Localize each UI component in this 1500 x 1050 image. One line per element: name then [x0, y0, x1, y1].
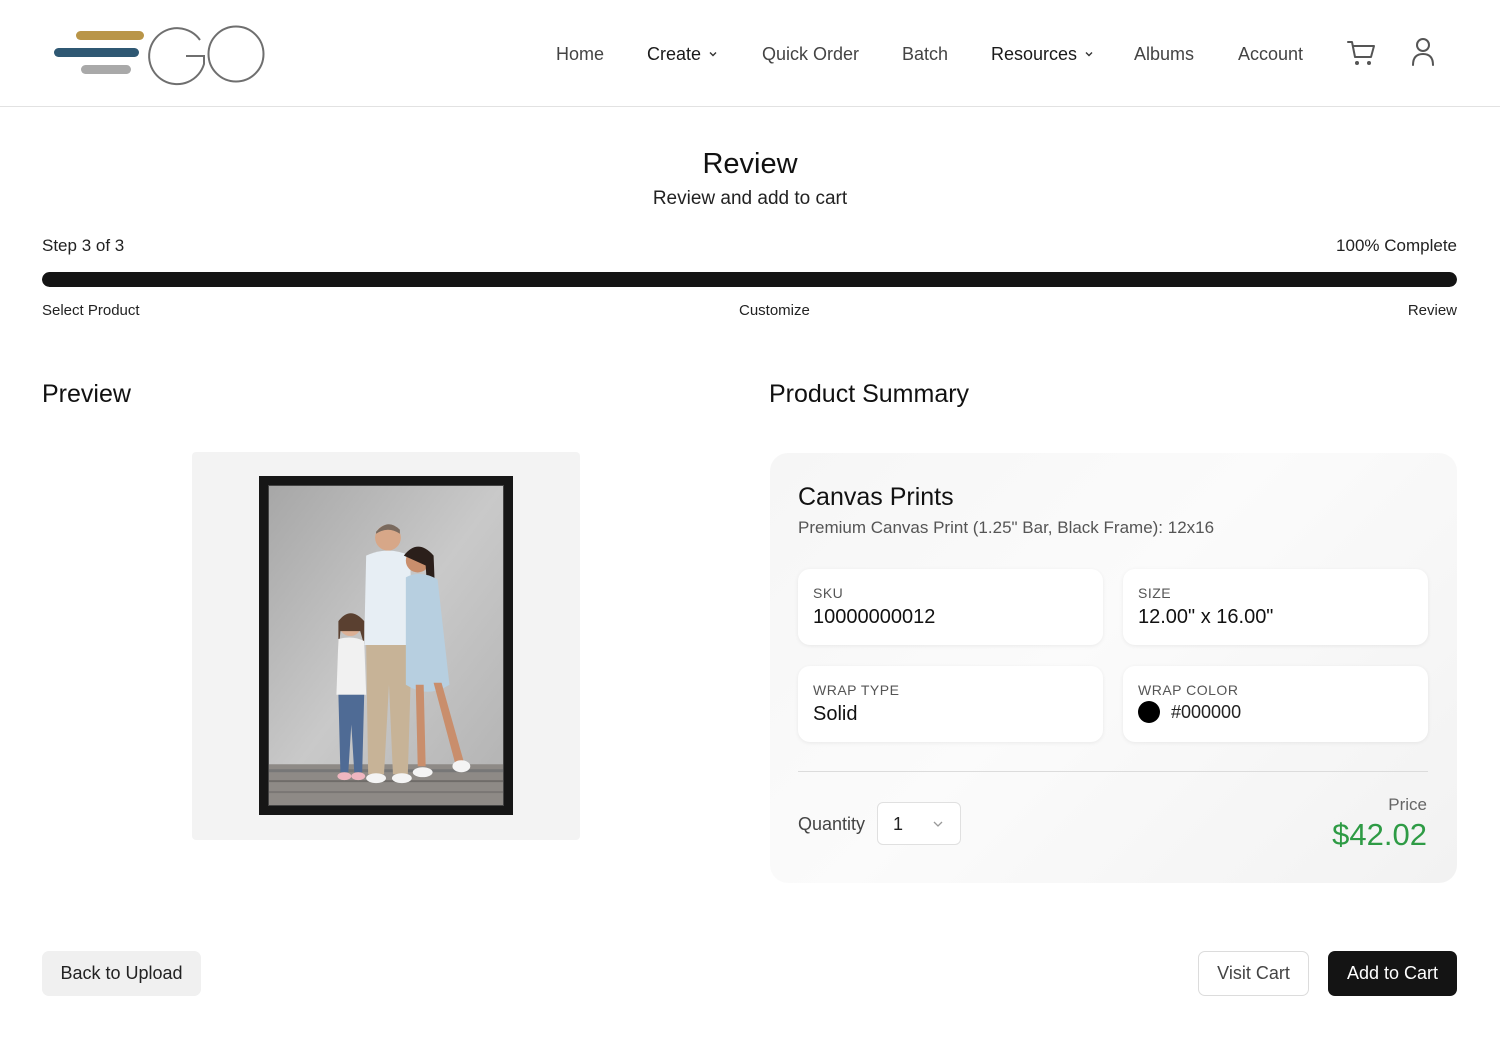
size-label: Size	[1138, 585, 1172, 601]
summary-divider	[798, 771, 1428, 772]
chevron-down-icon	[709, 52, 717, 57]
nav-account[interactable]: Account	[1238, 41, 1303, 67]
price-label: Price	[1388, 795, 1427, 814]
product-summary-card: Canvas Prints Premium Canvas Print (1.25…	[770, 453, 1457, 883]
product-description: Premium Canvas Print (1.25" Bar, Black F…	[798, 518, 1215, 537]
quantity-label: Quantity	[798, 814, 866, 834]
nav-albums[interactable]: Albums	[1134, 41, 1194, 67]
nav-home-label: Home	[556, 43, 605, 64]
page-title: Review	[702, 148, 798, 180]
preview-panel	[192, 452, 580, 840]
canvas-frame	[259, 476, 513, 815]
wrap-color-value: #000000	[1171, 702, 1242, 722]
add-to-cart-button[interactable]: Add to Cart	[1328, 951, 1457, 996]
main-nav: Home Create Quick Order Batch Resources …	[0, 41, 1500, 67]
chevron-down-icon	[1085, 52, 1093, 57]
wrap-type-label: Wrap Type	[813, 682, 900, 698]
family-photo	[268, 485, 504, 806]
nav-create-label: Create	[647, 43, 702, 64]
step-counter: Step 3 of 3	[42, 236, 125, 255]
nav-batch-label: Batch	[902, 43, 949, 64]
sku-card: SKU 10000000012	[798, 569, 1103, 645]
user-icon[interactable]	[1408, 36, 1438, 68]
chevron-down-icon	[933, 821, 943, 827]
step-select-product[interactable]: Select Product	[42, 302, 140, 319]
product-title: Canvas Prints	[798, 483, 954, 511]
wrap-color-label: Wrap Color	[1138, 682, 1239, 698]
quantity-select[interactable]: 1	[877, 802, 961, 845]
price-value: $42.02	[1332, 817, 1427, 852]
page-subtitle: Review and add to cart	[652, 188, 848, 209]
progress-percent: 100% Complete	[1336, 236, 1457, 255]
nav-quick-order-label: Quick Order	[762, 43, 860, 64]
color-swatch	[1138, 701, 1160, 723]
sku-value: 10000000012	[813, 606, 936, 628]
step-customize[interactable]: Customize	[739, 302, 810, 319]
nav-resources-label: Resources	[991, 43, 1078, 64]
nav-resources[interactable]: Resources	[991, 41, 1094, 67]
sku-label: SKU	[813, 585, 844, 601]
nav-home[interactable]: Home	[556, 41, 604, 67]
size-value: 12.00" x 16.00"	[1138, 606, 1274, 628]
quantity-value: 1	[893, 814, 904, 834]
nav-quick-order[interactable]: Quick Order	[762, 41, 859, 67]
wrap-color-card: Wrap Color #000000	[1123, 666, 1428, 742]
wrap-type-card: Wrap Type Solid	[798, 666, 1103, 742]
size-card: Size 12.00" x 16.00"	[1123, 569, 1428, 645]
nav-account-label: Account	[1238, 43, 1304, 64]
preview-heading: Preview	[42, 380, 131, 408]
progress-fill	[42, 272, 1457, 287]
site-header: Home Create Quick Order Batch Resources …	[0, 0, 1500, 107]
back-to-upload-button[interactable]: Back to Upload	[42, 951, 201, 996]
wrap-type-value: Solid	[813, 703, 858, 725]
visit-cart-button[interactable]: Visit Cart	[1198, 951, 1309, 996]
product-summary-heading: Product Summary	[769, 380, 970, 408]
progress-bar	[42, 272, 1457, 287]
step-review[interactable]: Review	[1408, 302, 1457, 319]
nav-albums-label: Albums	[1134, 43, 1195, 64]
nav-create[interactable]: Create	[647, 41, 718, 67]
cart-icon[interactable]	[1345, 36, 1377, 68]
nav-batch[interactable]: Batch	[902, 41, 948, 67]
